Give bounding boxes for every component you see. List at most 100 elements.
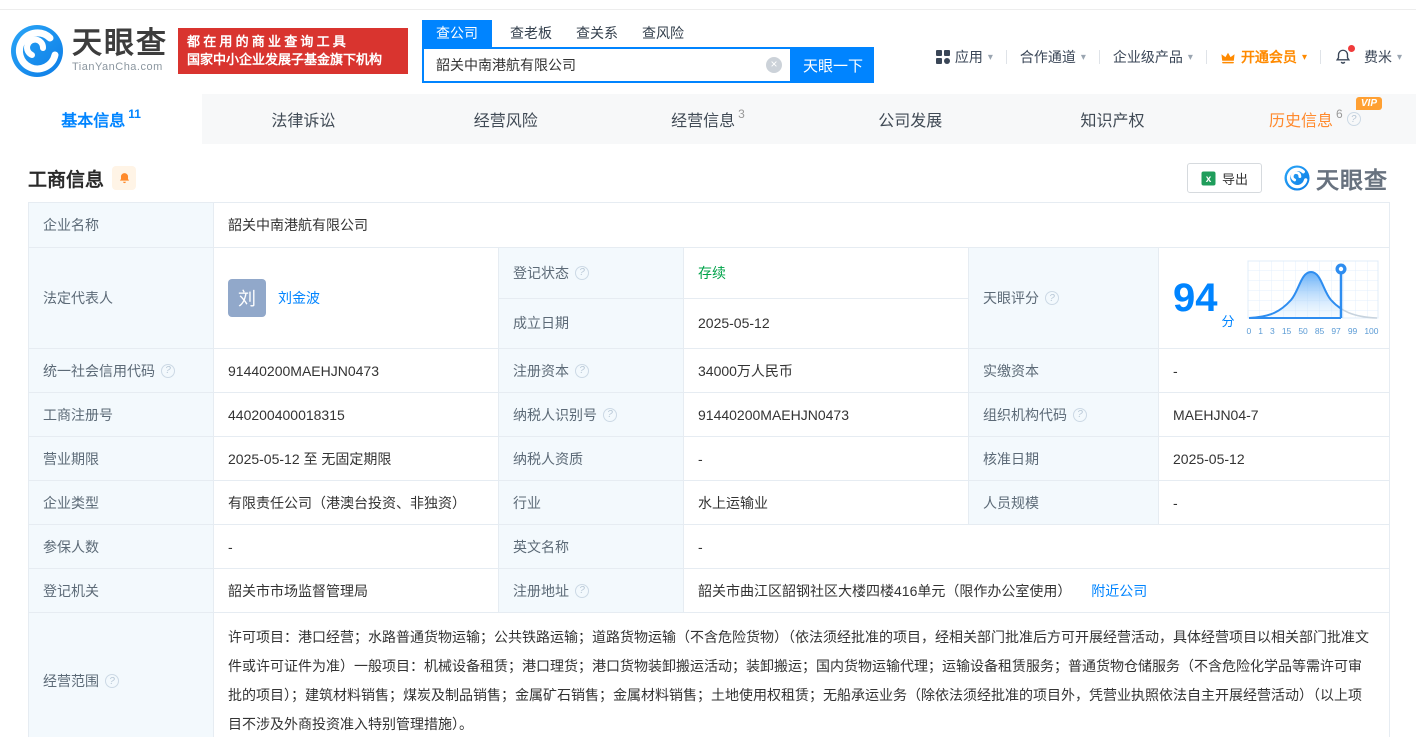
tab-legal-litigation[interactable]: 法律诉讼 [202,94,404,144]
table-row: 工商注册号 440200400018315 纳税人识别号 91440200MAE… [28,392,1390,437]
nav-user[interactable]: 费米 [1364,47,1402,67]
tab-intellectual-property[interactable]: 知识产权 [1011,94,1213,144]
page-top-divider [0,0,1416,10]
field-value-taxpayer-id: 91440200MAEHJN0473 [683,392,969,437]
field-label-taxpayer-quality: 纳税人资质 [498,436,684,481]
search-tab-relation[interactable]: 查关系 [576,23,618,47]
tab-business-info[interactable]: 经营信息 3 [607,94,809,144]
field-value-company-type: 有限责任公司（港澳台投资、非独资） [213,480,499,525]
field-label-credit-code: 统一社会信用代码 [28,348,214,393]
export-button[interactable]: x 导出 [1186,163,1262,193]
section-header: 工商信息 x 导出 天眼查 [28,160,1388,196]
help-icon[interactable] [575,363,589,378]
tab-count: 3 [738,107,745,121]
brand-name: 天眼查 [72,27,168,60]
nav-divider [1205,50,1207,64]
field-label-insured-count: 参保人数 [28,524,214,569]
brand-domain: TianYanCha.com [72,61,163,73]
help-icon[interactable] [1346,112,1361,126]
score-unit: 分 [1221,314,1235,329]
table-row: 经营范围 许可项目：港口经营；水路普通货物运输；公共铁路运输；道路货物运输（不含… [28,612,1390,737]
nearby-companies-link[interactable]: 附近公司 [1091,583,1147,599]
help-icon[interactable] [1045,291,1059,305]
field-value-reg-authority: 韶关市市场监督管理局 [213,568,499,613]
crown-icon [1220,51,1236,64]
slogan-line1: 都在用的商业查询工具 [187,34,350,49]
field-label-paid-capital: 实缴资本 [968,348,1159,393]
help-icon[interactable] [603,407,617,422]
field-label-legal-rep: 法定代表人 [28,247,214,349]
monitor-bell-icon[interactable] [112,166,137,190]
nav-enterprise-products[interactable]: 企业级产品 [1113,47,1193,67]
field-value-paid-capital: - [1158,348,1390,393]
help-icon[interactable] [161,363,175,378]
notifications-bell-icon[interactable] [1334,45,1355,66]
tab-basic-info[interactable]: 基本信息 11 [0,94,203,144]
nav-apps[interactable]: 应用 [935,47,993,67]
nav-divider [1319,50,1321,64]
search-tab-company[interactable]: 查公司 [422,20,492,47]
business-info-table: 企业名称 韶关中南港航有限公司 法定代表人 刘 刘金波 登记状态 存续 天眼评分… [28,202,1390,737]
tab-history-info[interactable]: VIP 历史信息 6 [1214,94,1416,144]
field-value-insured-count: - [213,524,499,569]
svg-text:x: x [1206,174,1212,185]
tab-operation-risk[interactable]: 经营风险 [405,94,607,144]
tianyancha-logo[interactable]: 天眼查 TianYanCha.com [10,24,168,78]
tianyancha-watermark: 天眼查 [1284,161,1388,195]
field-label-business-term: 营业期限 [28,436,214,481]
search-tab-boss[interactable]: 查老板 [510,23,552,47]
field-label-reg-authority: 登记机关 [28,568,214,613]
status-badge: 存续 [698,264,726,281]
field-value-score: 94 分 0 1 3 15 50 85 97 99 100 [1158,247,1390,349]
slogan-line2: 国家中小企业发展子基金旗下机构 [187,52,383,67]
field-label-company-type: 企业类型 [28,480,214,525]
legal-rep-link[interactable]: 刘金波 [278,288,320,308]
field-value-taxpayer-quality: - [683,436,969,481]
search-tab-risk[interactable]: 查风险 [642,23,684,47]
tab-count: 11 [128,107,141,121]
field-value-credit-code: 91440200MAEHJN0473 [213,348,499,393]
clear-input-icon[interactable] [766,57,782,73]
table-row: 参保人数 - 英文名称 - [28,524,1390,569]
section-title: 工商信息 [28,169,105,191]
nav-divider [1005,50,1007,64]
tab-count: 6 [1336,107,1343,121]
top-nav: 应用 合作通道 企业级产品 开通会员 费米 [935,45,1402,67]
field-value-business-term: 2025-05-12 至 无固定期限 [213,436,499,481]
field-label-staff-size: 人员规模 [968,480,1159,525]
field-label-english-name: 英文名称 [498,524,684,569]
brand-slogan-badge: 都在用的商业查询工具 国家中小企业发展子基金旗下机构 [178,28,408,74]
help-icon[interactable] [1073,407,1087,422]
field-label-score: 天眼评分 [968,247,1159,349]
table-row: 登记机关 韶关市市场监督管理局 注册地址 韶关市曲江区韶钢社区大楼四楼416单元… [28,568,1390,613]
help-icon[interactable] [575,265,589,280]
help-icon[interactable] [575,583,589,598]
chevron-down-icon [1188,52,1193,63]
chart-axis-ticks: 01 3 15 50 85 97 99 100 [1246,326,1379,336]
field-value-reg-address: 韶关市曲江区韶钢社区大楼四楼416单元（限作办公室使用） 附近公司 [683,568,1390,613]
field-label-reg-status: 登记状态 [498,247,684,299]
tianyancha-logo-icon [11,25,63,77]
help-icon[interactable] [105,674,119,688]
field-label-taxpayer-id: 纳税人识别号 [498,392,684,437]
field-value-legal-rep: 刘 刘金波 [213,247,499,349]
site-header: 天眼查 TianYanCha.com 都在用的商业查询工具 国家中小企业发展子基… [0,10,1416,88]
search-area: 查公司 查老板 查关系 查风险 天眼一下 [422,20,874,83]
field-value-establish-date: 2025-05-12 [683,297,969,349]
legal-rep-avatar[interactable]: 刘 [228,279,266,317]
field-value-business-scope: 许可项目：港口经营；水路普通货物运输；公共铁路运输；道路货物运输（不含危险货物）… [213,612,1390,737]
field-label-establish-date: 成立日期 [498,297,684,349]
field-value-english-name: - [683,524,1390,569]
vip-badge: VIP [1355,97,1382,110]
nav-divider [1098,50,1100,64]
search-button[interactable]: 天眼一下 [792,47,874,83]
company-tabbar: 基本信息 11 法律诉讼 经营风险 经营信息 3 公司发展 知识产权 VIP 历史信… [0,94,1416,144]
field-label-company-name: 企业名称 [28,202,214,248]
nav-open-vip[interactable]: 开通会员 [1220,47,1307,67]
nav-channel[interactable]: 合作通道 [1020,47,1086,67]
field-value-reg-status: 存续 [683,247,969,299]
tab-company-development[interactable]: 公司发展 [809,94,1011,144]
search-input[interactable] [422,47,792,83]
field-value-company-name: 韶关中南港航有限公司 [213,202,1390,248]
field-label-org-code: 组织机构代码 [968,392,1159,437]
